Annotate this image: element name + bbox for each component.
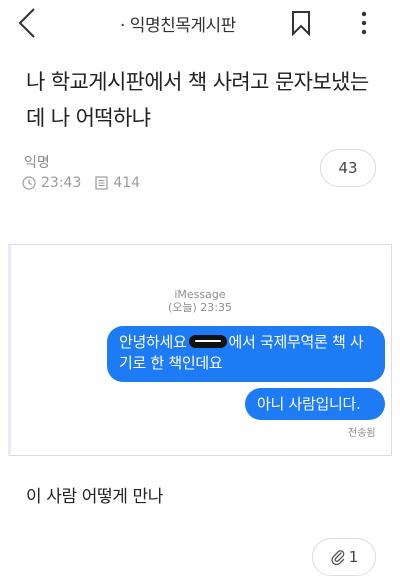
paperclip-icon [331, 550, 345, 566]
more-vertical-icon[interactable] [352, 10, 376, 36]
bookmark-icon[interactable] [291, 10, 311, 36]
post-body-text: 이 사람 어떻게 만나 [26, 487, 163, 507]
views-icon [95, 176, 108, 190]
post-author: 익명 [24, 155, 50, 171]
back-chevron-icon[interactable] [14, 6, 42, 40]
imessage-service-label: iMessage [174, 288, 226, 301]
delivery-status: 전송됨 [348, 428, 376, 439]
imessage-timestamp: (오늘) 23:35 [167, 301, 233, 314]
post-views: 414 [113, 175, 141, 191]
message-text-before: 안녕하세요 [119, 333, 187, 351]
clock-icon [22, 176, 36, 190]
post-title: 나 학교게시판에서 책 사려고 문자보냈는데 나 어떡하냐 [26, 70, 369, 130]
censored-mark [188, 335, 227, 348]
message-bubble-2: 아니 사람입니다. [245, 388, 385, 420]
message-bubble-1: 안녕하세요 에서 국제무역론 책 사기로 한 책인데요 [107, 326, 385, 382]
comment-count-button[interactable]: 43 [320, 149, 376, 187]
board-title[interactable]: · 익명친목게시판 [120, 11, 236, 36]
post-time: 23:43 [41, 175, 82, 191]
top-bar: · 익명친목게시판 [0, 0, 400, 44]
attachment-count: 1 [348, 548, 359, 566]
attachment-button[interactable]: 1 [312, 538, 376, 576]
post-meta: 23:43 414 [22, 175, 140, 191]
